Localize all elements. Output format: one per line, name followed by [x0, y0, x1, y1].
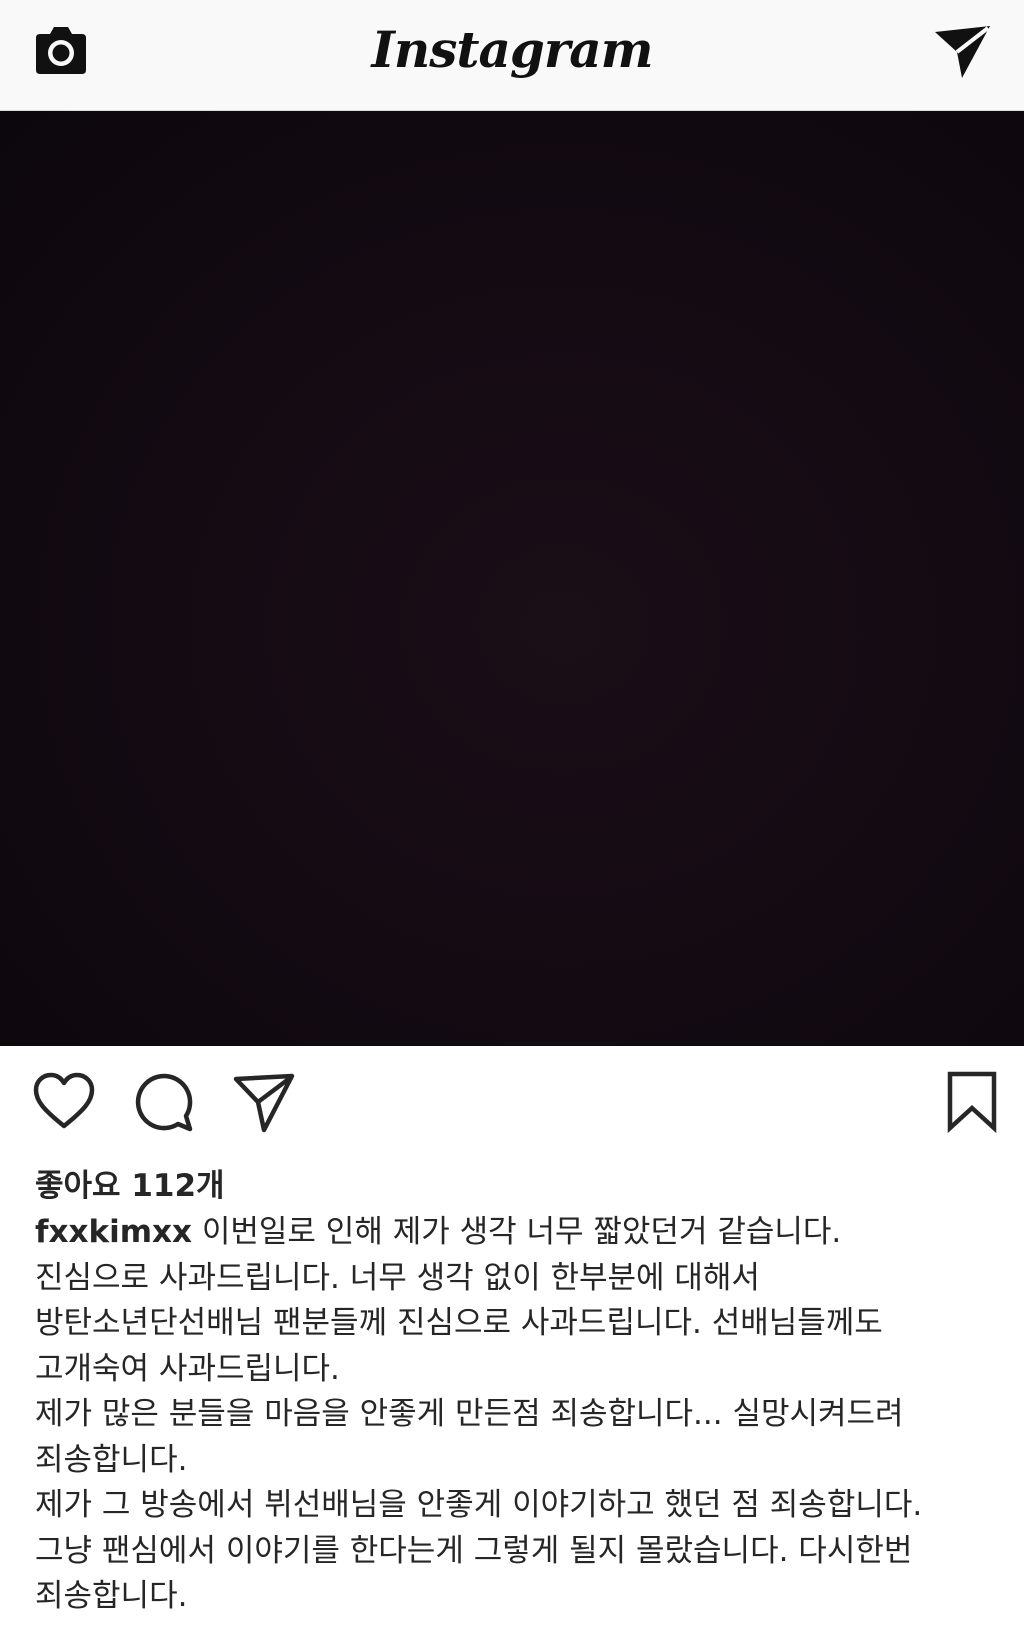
- likes-count[interactable]: 좋아요 112개: [35, 1160, 225, 1205]
- heart-icon[interactable]: [32, 1070, 96, 1134]
- share-paper-plane-icon[interactable]: [232, 1070, 296, 1134]
- caption-line: 그냥 팬심에서 이야기를 한다는게 그렇게 될지 몰랐습니다. 다시한번: [35, 1532, 913, 1569]
- bookmark-icon[interactable]: [942, 1070, 1006, 1134]
- caption-line: 제가 많은 분들을 마음을 안좋게 만든점 죄송합니다... 실망시켜드려: [35, 1396, 904, 1432]
- post-caption: fxxkimxx 이번일로 인해 제가 생각 너무 짧았던거 같습니다. 진심으…: [35, 1210, 995, 1620]
- caption-line: 죄송합니다.: [35, 1441, 188, 1478]
- caption-line: 고개숙여 사과드립니다.: [35, 1350, 340, 1387]
- post-actions: [0, 1070, 1024, 1140]
- caption-line: 진심으로 사과드립니다. 너무 생각 없이 한부분에 대해서: [35, 1259, 760, 1296]
- paper-plane-icon[interactable]: [932, 22, 994, 82]
- instagram-logo: Instagram: [371, 20, 654, 79]
- username-link[interactable]: fxxkimxx: [35, 1214, 192, 1250]
- caption-line: 방탄소년단선배님 팬분들께 진심으로 사과드립니다. 선배님들께도: [35, 1305, 883, 1341]
- caption-line: 제가 그 방송에서 뷔선배님을 안좋게 이야기하고 했던 점 죄송합니다.: [35, 1487, 923, 1523]
- top-bar: Instagram: [0, 0, 1024, 111]
- caption-text: 이번일로 인해 제가 생각 너무 짧았던거 같습니다.: [201, 1214, 842, 1250]
- caption-line: 죄송합니다.: [35, 1578, 188, 1614]
- post-image[interactable]: [0, 111, 1024, 1046]
- comment-bubble-icon[interactable]: [132, 1070, 196, 1134]
- caption-line: fxxkimxx 이번일로 인해 제가 생각 너무 짧았던거 같습니다.: [35, 1210, 995, 1256]
